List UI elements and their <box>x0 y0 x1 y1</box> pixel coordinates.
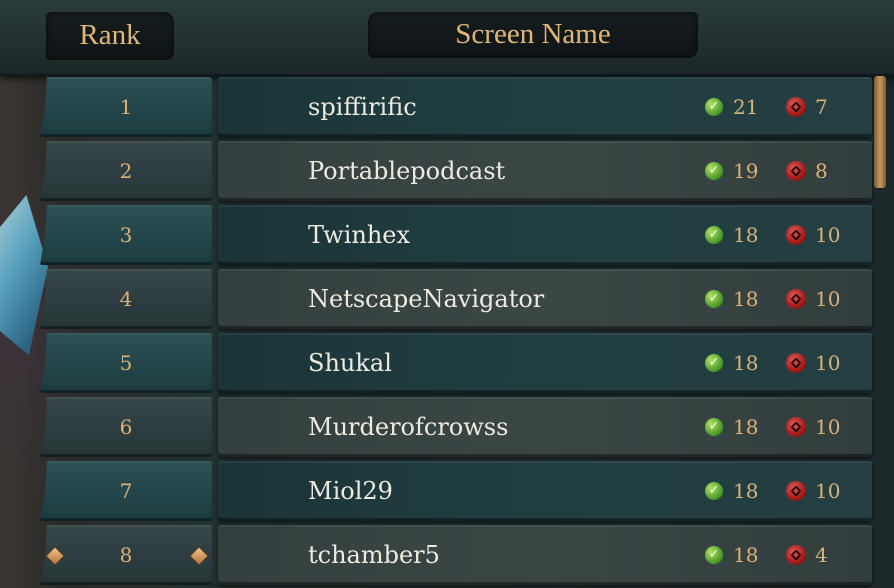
leaderboard-row[interactable]: 5 Shukal ✓ 18 10 <box>0 332 894 394</box>
player-screen-name[interactable]: Twinhex <box>308 204 410 266</box>
leaderboard-row[interactable]: 8 tchamber5 ✓ 18 4 <box>0 524 894 586</box>
green-check-icon: ✓ <box>705 162 723 180</box>
player-screen-name[interactable]: tchamber5 <box>308 524 440 586</box>
rank-number: 1 <box>119 95 133 119</box>
rank-number: 2 <box>119 159 133 183</box>
wins-count: 21 <box>733 95 759 119</box>
red-skull-icon <box>786 353 806 373</box>
leaderboard-row[interactable]: 1 spiffirific ✓ 21 7 <box>0 76 894 138</box>
leaderboard-header: Rank Screen Name <box>0 0 894 76</box>
rank-number: 3 <box>119 223 133 247</box>
green-check-icon: ✓ <box>705 226 723 244</box>
wins-count: 18 <box>733 351 759 375</box>
losses-count: 8 <box>815 159 828 183</box>
green-check-icon: ✓ <box>705 482 723 500</box>
green-check-icon: ✓ <box>705 418 723 436</box>
player-screen-name[interactable]: NetscapeNavigator <box>308 268 544 330</box>
red-skull-icon <box>786 97 806 117</box>
player-screen-name[interactable]: Portablepodcast <box>308 140 505 202</box>
leaderboard-row[interactable]: 6 Murderofcrowss ✓ 18 10 <box>0 396 894 458</box>
player-screen-name[interactable]: Murderofcrowss <box>308 396 508 458</box>
losses-count: 10 <box>815 223 841 247</box>
green-check-icon: ✓ <box>705 546 723 564</box>
leaderboard-row[interactable]: 4 NetscapeNavigator ✓ 18 10 <box>0 268 894 330</box>
player-screen-name[interactable]: Miol29 <box>308 460 393 522</box>
losses-count: 4 <box>815 543 828 567</box>
leaderboard-row[interactable]: 2 Portablepodcast ✓ 19 8 <box>0 140 894 202</box>
rank-number: 5 <box>119 351 133 375</box>
rank-column-header[interactable]: Rank <box>46 12 174 58</box>
wins-count: 18 <box>733 287 759 311</box>
rank-number: 7 <box>119 479 133 503</box>
player-screen-name[interactable]: Shukal <box>308 332 392 394</box>
rank-number: 6 <box>119 415 133 439</box>
green-check-icon: ✓ <box>705 354 723 372</box>
red-skull-icon <box>786 417 806 437</box>
losses-count: 7 <box>815 95 828 119</box>
screen-name-column-header[interactable]: Screen Name <box>368 11 698 57</box>
wins-count: 18 <box>733 223 759 247</box>
red-skull-icon <box>786 289 806 309</box>
red-skull-icon <box>786 161 806 181</box>
wins-count: 18 <box>733 479 759 503</box>
losses-count: 10 <box>815 415 841 439</box>
losses-count: 10 <box>815 351 841 375</box>
wins-count: 18 <box>733 415 759 439</box>
leaderboard-row[interactable]: 3 Twinhex ✓ 18 10 <box>0 204 894 266</box>
player-screen-name[interactable]: spiffirific <box>308 76 417 138</box>
rank-number: 8 <box>119 543 133 567</box>
leaderboard-row[interactable]: 7 Miol29 ✓ 18 10 <box>0 460 894 522</box>
scrollbar-thumb[interactable] <box>874 76 886 188</box>
losses-count: 10 <box>815 479 841 503</box>
red-skull-icon <box>786 481 806 501</box>
rank-number: 4 <box>119 287 133 311</box>
wins-count: 19 <box>733 159 759 183</box>
red-skull-icon <box>786 545 806 565</box>
wins-count: 18 <box>733 543 759 567</box>
losses-count: 10 <box>815 287 841 311</box>
green-check-icon: ✓ <box>705 98 723 116</box>
red-skull-icon <box>786 225 806 245</box>
green-check-icon: ✓ <box>705 290 723 308</box>
